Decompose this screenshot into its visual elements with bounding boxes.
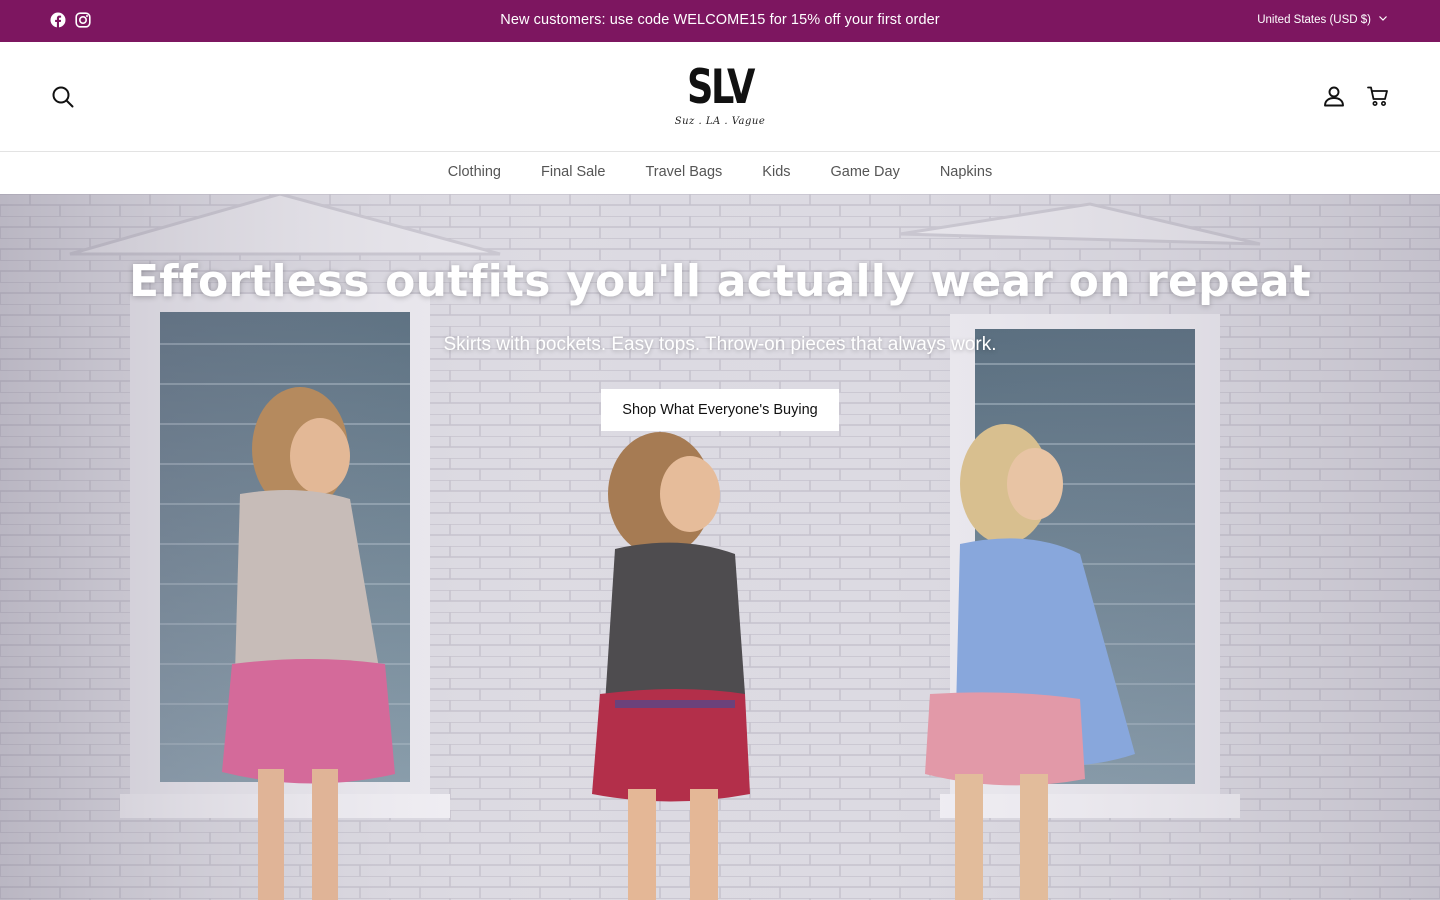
search-icon[interactable] bbox=[51, 85, 75, 109]
hero-banner: Effortless outfits you'll actually wear … bbox=[0, 194, 1440, 900]
locale-selector[interactable]: United States (USD $) bbox=[1257, 13, 1388, 26]
nav-item-game-day[interactable]: Game Day bbox=[831, 164, 900, 180]
hero-title: Effortless outfits you'll actually wear … bbox=[129, 256, 1311, 307]
nav-item-clothing[interactable]: Clothing bbox=[448, 164, 501, 180]
site-logo[interactable]: SLV Suz . LA . Vague bbox=[672, 62, 768, 134]
nav-item-travel-bags[interactable]: Travel Bags bbox=[645, 164, 722, 180]
nav-item-napkins[interactable]: Napkins bbox=[940, 164, 992, 180]
chevron-down-icon bbox=[1378, 13, 1388, 26]
account-icon[interactable] bbox=[1322, 84, 1346, 108]
announcement-bar: New customers: use code WELCOME15 for 15… bbox=[0, 0, 1440, 42]
main-nav: Clothing Final Sale Travel Bags Kids Gam… bbox=[0, 152, 1440, 194]
locale-label: United States (USD $) bbox=[1257, 13, 1371, 26]
promo-message: New customers: use code WELCOME15 for 15… bbox=[500, 12, 940, 28]
nav-item-final-sale[interactable]: Final Sale bbox=[541, 164, 605, 180]
shop-bestsellers-button[interactable]: Shop What Everyone's Buying bbox=[601, 389, 839, 431]
site-header: SLV Suz . LA . Vague bbox=[0, 42, 1440, 152]
logo-mark: SLV bbox=[686, 60, 755, 115]
cart-icon[interactable] bbox=[1366, 84, 1390, 108]
nav-item-kids[interactable]: Kids bbox=[762, 164, 790, 180]
hero-subtitle: Skirts with pockets. Easy tops. Throw-on… bbox=[443, 334, 997, 355]
logo-tagline: Suz . LA . Vague bbox=[674, 116, 766, 127]
